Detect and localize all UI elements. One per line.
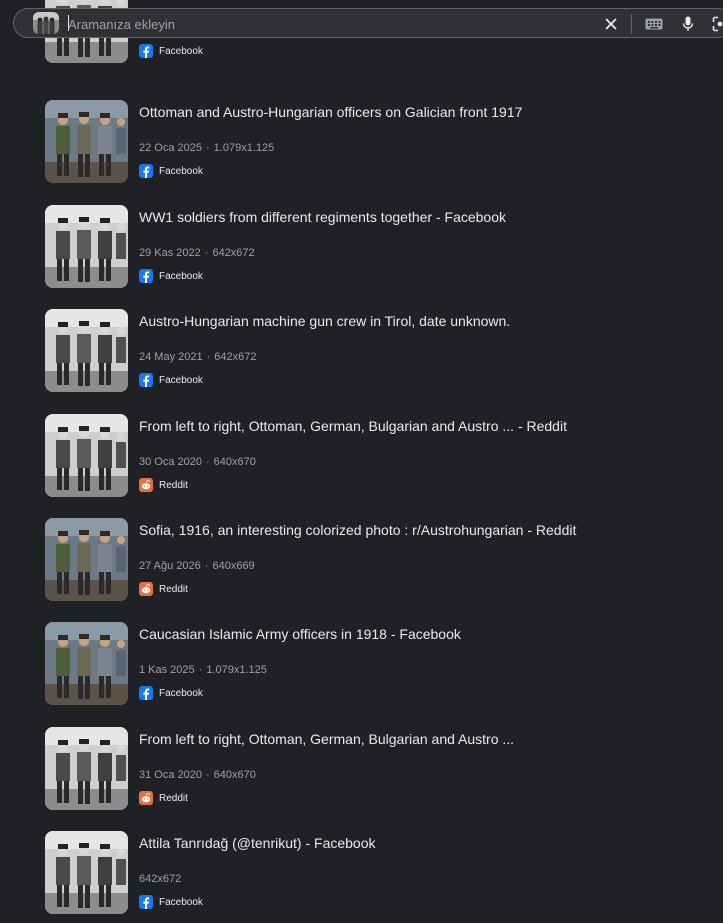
source-name: Facebook xyxy=(159,896,203,908)
result-meta: 30 Oca 2020 · 640x670 xyxy=(139,456,256,468)
result-thumbnail[interactable] xyxy=(45,518,128,601)
facebook-icon xyxy=(139,44,153,58)
result-thumbnail[interactable] xyxy=(45,205,128,288)
result-date: 22 Oca 2025 xyxy=(139,142,202,154)
result-title[interactable]: From left to right, Ottoman, German, Bul… xyxy=(139,731,514,747)
result-thumbnail[interactable] xyxy=(45,309,128,392)
separator: · xyxy=(204,560,209,572)
result-source[interactable]: Facebook xyxy=(139,164,203,178)
result-meta: 1 Kas 2025 · 1.079x1.125 xyxy=(139,664,267,676)
search-input[interactable] xyxy=(68,14,368,34)
result-source[interactable]: Facebook xyxy=(139,44,203,58)
facebook-icon xyxy=(139,269,153,283)
source-name: Facebook xyxy=(159,270,203,282)
result-title[interactable]: WW1 soldiers from different regiments to… xyxy=(139,209,506,225)
search-image-thumbnail[interactable] xyxy=(33,12,59,34)
result-thumbnail[interactable] xyxy=(45,831,128,914)
result-dimensions: 642x672 xyxy=(214,351,257,363)
source-name: Facebook xyxy=(159,374,203,386)
separator: · xyxy=(198,664,203,676)
facebook-icon xyxy=(139,895,153,909)
result-date: 27 Ağu 2026 xyxy=(139,560,201,572)
divider xyxy=(631,14,632,34)
result-dimensions: 642x672 xyxy=(212,247,255,259)
reddit-icon xyxy=(139,791,153,805)
result-source[interactable]: Facebook xyxy=(139,269,203,283)
result-item[interactable]: Ottoman and Austro-Hungarian officers on… xyxy=(45,100,705,184)
source-name: Reddit xyxy=(159,583,188,595)
result-dimensions: 640x670 xyxy=(213,456,256,468)
facebook-icon xyxy=(139,373,153,387)
facebook-icon xyxy=(139,686,153,700)
result-date: 1 Kas 2025 xyxy=(139,664,195,676)
result-date: 30 Oca 2020 xyxy=(139,456,202,468)
separator: · xyxy=(206,351,211,363)
result-meta: 31 Oca 2020 · 640x670 xyxy=(139,769,256,781)
lens-icon[interactable] xyxy=(709,13,723,35)
result-title[interactable]: Sofia, 1916, an interesting colorized ph… xyxy=(139,522,576,538)
result-dimensions: 640x669 xyxy=(212,560,255,572)
source-name: Reddit xyxy=(159,792,188,804)
result-title[interactable]: Attila Tanrıdağ (@tenrikut) - Facebook xyxy=(139,835,376,851)
reddit-icon xyxy=(139,582,153,596)
result-title[interactable]: Austro-Hungarian machine gun crew in Tir… xyxy=(139,313,510,329)
result-title[interactable]: From left to right, Ottoman, German, Bul… xyxy=(139,418,567,434)
source-name: Facebook xyxy=(159,165,203,177)
result-item[interactable]: Sofia, 1916, an interesting colorized ph… xyxy=(45,518,705,602)
result-thumbnail[interactable] xyxy=(45,414,128,497)
result-title[interactable]: Caucasian Islamic Army officers in 1918 … xyxy=(139,626,461,642)
result-source[interactable]: Facebook xyxy=(139,686,203,700)
result-source[interactable]: Facebook xyxy=(139,895,203,909)
result-date: 31 Oca 2020 xyxy=(139,769,202,781)
keyboard-icon[interactable] xyxy=(643,13,665,35)
result-item[interactable]: From left to right, Ottoman, German, Bul… xyxy=(45,727,705,811)
result-thumbnail[interactable] xyxy=(45,727,128,810)
result-item[interactable]: WW1 soldiers from different regiments to… xyxy=(45,205,705,289)
source-name: Facebook xyxy=(159,687,203,699)
result-meta: 24 May 2021 · 642x672 xyxy=(139,351,257,363)
result-dimensions: 640x670 xyxy=(213,769,256,781)
result-source[interactable]: Facebook xyxy=(139,373,203,387)
result-dimensions: 1.079x1.125 xyxy=(213,142,275,154)
result-source[interactable]: Reddit xyxy=(139,582,188,596)
result-dimensions: 642x672 xyxy=(139,873,182,885)
result-item[interactable]: From left to right, Ottoman, German, Bul… xyxy=(45,414,705,498)
search-bar[interactable] xyxy=(13,8,723,38)
result-date: 29 Kas 2022 xyxy=(139,247,201,259)
separator: · xyxy=(206,142,210,154)
separator: · xyxy=(206,769,210,781)
result-thumbnail[interactable] xyxy=(45,100,128,183)
result-meta: 27 Ağu 2026 · 640x669 xyxy=(139,560,255,572)
result-meta: 29 Kas 2022 · 642x672 xyxy=(139,247,255,259)
microphone-icon[interactable] xyxy=(677,13,699,35)
close-icon[interactable] xyxy=(600,13,622,35)
result-meta: 642x672 xyxy=(139,873,181,885)
result-source[interactable]: Reddit xyxy=(139,791,188,805)
source-name: Reddit xyxy=(159,479,188,491)
result-meta: 22 Oca 2025 · 1.079x1.125 xyxy=(139,142,274,154)
result-title[interactable]: Ottoman and Austro-Hungarian officers on… xyxy=(139,104,522,120)
reddit-icon xyxy=(139,478,153,492)
separator: · xyxy=(206,456,210,468)
source-name: Facebook xyxy=(159,45,203,57)
separator: · xyxy=(204,247,209,259)
result-date: 24 May 2021 xyxy=(139,351,203,363)
result-item[interactable]: Caucasian Islamic Army officers in 1918 … xyxy=(45,622,705,706)
result-source[interactable]: Reddit xyxy=(139,478,188,492)
result-dimensions: 1.079x1.125 xyxy=(206,664,267,676)
result-item[interactable]: Austro-Hungarian machine gun crew in Tir… xyxy=(45,309,705,393)
result-thumbnail[interactable] xyxy=(45,622,128,705)
result-item[interactable]: Attila Tanrıdağ (@tenrikut) - Facebook 6… xyxy=(45,831,705,915)
facebook-icon xyxy=(139,164,153,178)
